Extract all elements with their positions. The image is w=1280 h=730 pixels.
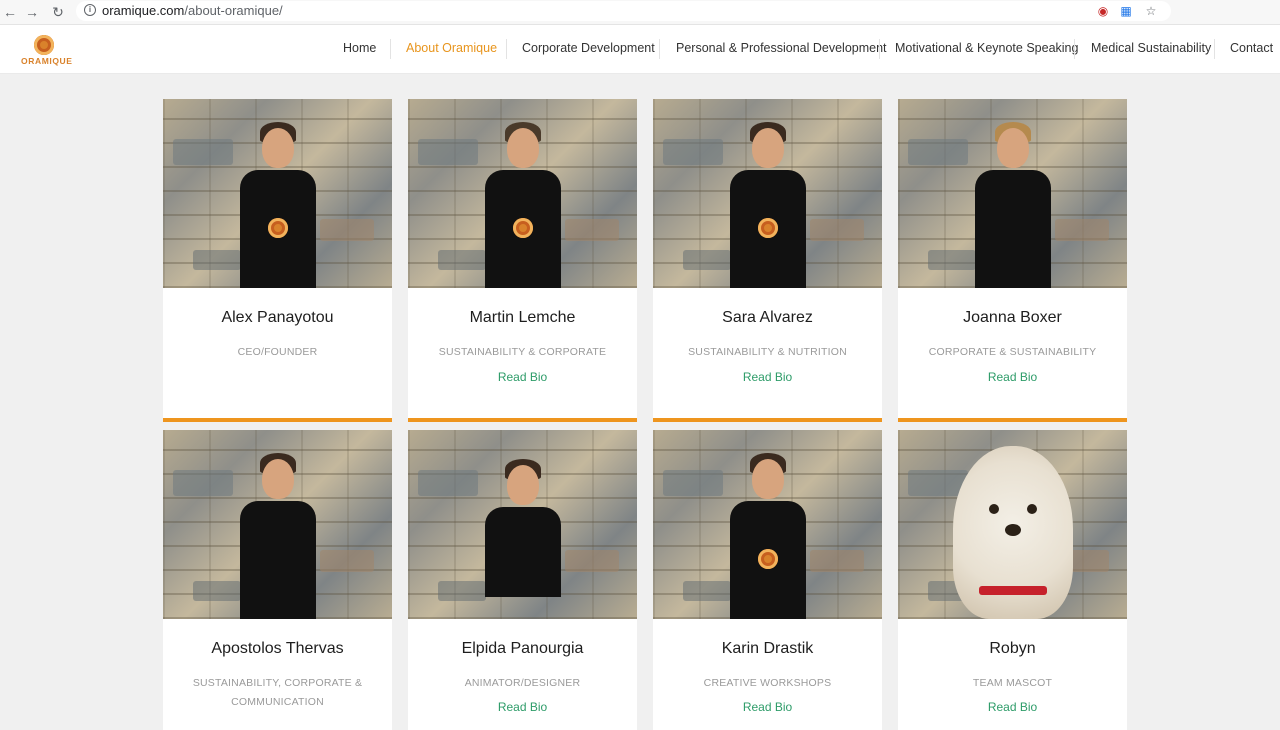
team-card: Apostolos Thervas SUSTAINABILITY, CORPOR… [163,430,392,730]
nav-contact[interactable]: Contact [1230,41,1273,55]
team-member-role: ANIMATOR/DESIGNER [464,677,581,689]
team-card: Sara Alvarez SUSTAINABILITY & NUTRITION … [653,99,882,422]
nav-divider [659,39,660,59]
team-member-name: Martin Lemche [469,309,576,326]
address-bar[interactable]: i oramique.com/about-oramique/ ◉ ▦ ☆ [76,1,1171,21]
nav-divider [1214,39,1215,59]
team-member-name: Apostolos Thervas [211,640,344,657]
nav-home[interactable]: Home [343,41,376,55]
nav-divider [879,39,880,59]
team-member-role: SUSTAINABILITY & CORPORATE [438,346,607,358]
team-photo [163,99,392,288]
team-photo [653,430,882,619]
info-icon[interactable]: i [84,4,96,16]
team-card: Karin Drastik CREATIVE WORKSHOPS Read Bi… [653,430,882,730]
translate-icon[interactable]: ▦ [1119,4,1133,18]
team-member-name: Joanna Boxer [963,309,1062,326]
read-bio-link[interactable]: Read Bio [898,700,1127,714]
team-member-name: Sara Alvarez [722,309,813,326]
team-member-name: Robyn [989,640,1036,657]
team-photo [898,430,1127,619]
reload-icon[interactable]: ↻ [48,2,68,22]
team-member-name: Karin Drastik [721,640,814,657]
back-arrow-icon[interactable]: ← [0,2,20,22]
nav-medical-sustainability[interactable]: Medical Sustainability [1091,41,1211,55]
team-member-name: Elpida Panourgia [461,640,584,657]
team-photo [653,99,882,288]
team-photo [163,430,392,619]
read-bio-link[interactable]: Read Bio [653,370,882,384]
team-photo [408,99,637,288]
nav-divider [390,39,391,59]
oramique-logo-icon[interactable] [34,35,54,55]
team-photo [408,430,637,619]
logo-text[interactable]: ORAMIQUE [21,56,72,66]
team-card: Martin Lemche SUSTAINABILITY & CORPORATE… [408,99,637,422]
team-card: Robyn TEAM MASCOT Read Bio [898,430,1127,730]
read-bio-link[interactable]: Read Bio [898,370,1127,384]
read-bio-link[interactable]: Read Bio [408,700,637,714]
team-member-name: Alex Panayotou [221,309,334,326]
site-header: ORAMIQUE Home About Oramique Corporate D… [0,25,1280,74]
team-member-role: SUSTAINABILITY, CORPORATE & COMMUNICATIO… [192,677,363,708]
team-member-role: SUSTAINABILITY & NUTRITION [688,346,847,358]
read-bio-link[interactable]: Read Bio [653,700,882,714]
dog-photo-subject [952,446,1073,619]
team-member-role: CORPORATE & SUSTAINABILITY [928,346,1097,358]
nav-personal-professional-development[interactable]: Personal & Professional Development [676,41,887,55]
forward-arrow-icon[interactable]: → [22,2,42,22]
team-card: Joanna Boxer CORPORATE & SUSTAINABILITY … [898,99,1127,422]
url-text[interactable]: oramique.com/about-oramique/ [102,3,283,18]
nav-motivational-keynote-speaking[interactable]: Motivational & Keynote Speaking [895,41,1078,55]
team-card: Elpida Panourgia ANIMATOR/DESIGNER Read … [408,430,637,730]
team-member-role: TEAM MASCOT [972,677,1053,689]
read-bio-link[interactable]: Read Bio [408,370,637,384]
bookmark-star-icon[interactable]: ☆ [1144,4,1158,18]
nav-about-oramique[interactable]: About Oramique [406,41,497,55]
browser-toolbar: ← → ↻ i oramique.com/about-oramique/ ◉ ▦… [0,0,1280,25]
team-card: Alex Panayotou CEO/FOUNDER [163,99,392,422]
team-member-role: CREATIVE WORKSHOPS [703,677,832,689]
nav-divider [506,39,507,59]
extension-icon[interactable]: ◉ [1096,4,1110,18]
nav-corporate-development[interactable]: Corporate Development [522,41,655,55]
team-photo [898,99,1127,288]
team-member-role: CEO/FOUNDER [237,346,318,358]
nav-divider [1074,39,1075,59]
